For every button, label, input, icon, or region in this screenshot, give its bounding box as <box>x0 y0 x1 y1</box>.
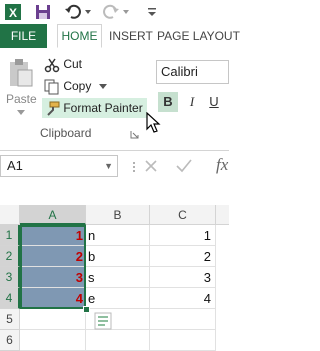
copy-dropdown-icon[interactable] <box>98 83 107 90</box>
cut-label: Cut <box>63 57 83 71</box>
svg-text:X: X <box>9 6 17 20</box>
cell-c5[interactable] <box>150 309 216 330</box>
cell-a5[interactable] <box>20 309 86 330</box>
clipboard-group-label: Clipboard <box>40 126 92 140</box>
underline-button[interactable]: U <box>204 92 224 112</box>
row-header[interactable]: 4 <box>0 288 20 309</box>
name-box[interactable]: A1 ▼ <box>0 155 118 177</box>
undo-icon[interactable] <box>64 3 82 21</box>
save-icon[interactable] <box>34 3 52 21</box>
column-header-d[interactable] <box>216 205 229 225</box>
tab-insert[interactable]: INSERT <box>109 24 153 48</box>
select-all-corner[interactable] <box>0 205 20 225</box>
cut-button[interactable]: Cut <box>44 54 82 74</box>
copy-icon <box>44 79 59 95</box>
worksheet-grid: A B C 1 1 n 1 2 2 b 2 3 3 s 3 4 4 e 4 5 … <box>0 205 229 351</box>
cell-b2[interactable]: b <box>86 246 150 267</box>
redo-icon[interactable] <box>102 3 120 21</box>
row-header[interactable]: 6 <box>0 330 20 351</box>
tab-home[interactable]: HOME <box>57 24 102 48</box>
cell-b4[interactable]: e <box>86 288 150 309</box>
format-painter-button[interactable]: Format Painter <box>42 98 147 118</box>
quick-analysis-icon[interactable] <box>94 312 112 330</box>
cell-c1[interactable]: 1 <box>150 225 216 246</box>
cell-b3[interactable]: s <box>86 267 150 288</box>
cell-c2[interactable]: 2 <box>150 246 216 267</box>
copy-button[interactable]: Copy <box>44 76 107 96</box>
cell-a4[interactable]: 4 <box>20 288 86 309</box>
redo-dropdown-icon[interactable] <box>122 8 130 16</box>
formula-bar: A1 ▼ fx <box>0 150 229 181</box>
cell-a6[interactable] <box>20 330 86 351</box>
name-box-value: A1 <box>7 158 23 173</box>
row-header[interactable]: 5 <box>0 309 20 330</box>
cell-b1[interactable]: n <box>86 225 150 246</box>
font-family-select[interactable]: Calibri <box>156 60 229 84</box>
title-bar: X <box>0 0 229 24</box>
column-header-b[interactable]: B <box>86 205 150 225</box>
cancel-icon[interactable] <box>144 159 158 173</box>
cell-a3[interactable]: 3 <box>20 267 86 288</box>
customize-qat-icon[interactable] <box>146 6 158 18</box>
paste-label: Paste <box>6 92 37 106</box>
row-header[interactable]: 1 <box>0 225 20 246</box>
tab-page-layout[interactable]: PAGE LAYOUT <box>157 24 240 48</box>
column-header-a[interactable]: A <box>20 205 86 225</box>
paste-icon <box>10 59 33 87</box>
fill-handle[interactable] <box>83 306 90 313</box>
excel-app-icon: X <box>5 4 21 20</box>
row-header[interactable]: 2 <box>0 246 20 267</box>
cell-c4[interactable]: 4 <box>150 288 216 309</box>
enter-check-icon[interactable] <box>176 159 192 173</box>
clipboard-dialog-launcher-icon[interactable] <box>130 130 139 139</box>
paintbrush-icon <box>47 101 60 116</box>
column-header-c[interactable]: C <box>150 205 216 225</box>
cell-c3[interactable]: 3 <box>150 267 216 288</box>
tab-file[interactable]: FILE <box>0 24 47 48</box>
undo-dropdown-icon[interactable] <box>84 8 92 16</box>
ribbon-home: Paste Cut Copy Format Painter Clipboard … <box>0 48 229 148</box>
scissors-icon <box>44 58 60 73</box>
name-box-dropdown-icon[interactable]: ▼ <box>104 156 113 176</box>
cell-a1[interactable]: 1 <box>20 225 86 246</box>
formula-bar-grip-icon[interactable] <box>132 161 136 173</box>
cell-a2[interactable]: 2 <box>20 246 86 267</box>
cell-c6[interactable] <box>150 330 216 351</box>
paste-button[interactable]: Paste <box>6 58 37 120</box>
paste-dropdown-icon <box>17 110 25 115</box>
bold-button[interactable]: B <box>158 92 178 112</box>
mouse-cursor-icon <box>146 112 161 133</box>
copy-label: Copy <box>63 79 92 93</box>
ribbon-tabs: FILE HOME INSERT PAGE LAYOUT <box>0 24 240 49</box>
row-header[interactable]: 3 <box>0 267 20 288</box>
italic-button[interactable]: I <box>182 92 202 112</box>
insert-function-button[interactable]: fx <box>216 155 228 175</box>
cell-b6[interactable] <box>86 330 150 351</box>
format-painter-label: Format Painter <box>63 101 143 115</box>
